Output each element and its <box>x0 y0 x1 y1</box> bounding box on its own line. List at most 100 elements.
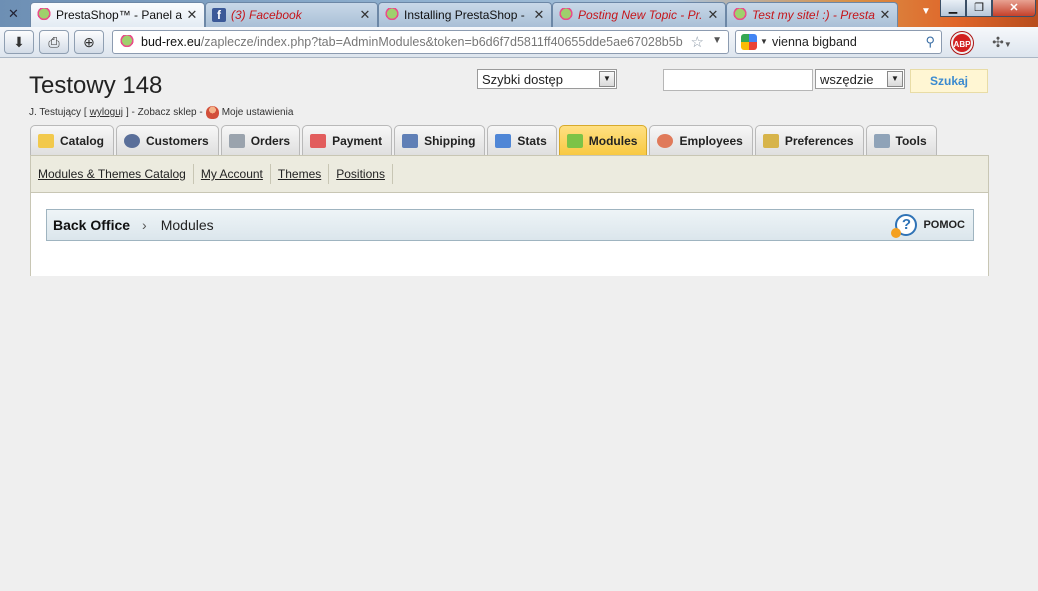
browser-tab-label: Test my site! :) - Presta... <box>752 8 875 22</box>
prestashop-icon <box>733 8 747 22</box>
page-title: Testowy 148 <box>29 72 163 99</box>
fullscreen-icon[interactable]: ⊕ <box>74 30 104 54</box>
help-icon: ? <box>891 214 918 238</box>
tab-stats[interactable]: Stats <box>487 125 557 156</box>
cart-icon <box>228 134 245 148</box>
tab-employees[interactable]: Employees <box>649 125 753 156</box>
browser-tab-label: PrestaShop™ - Panel a... <box>56 8 182 22</box>
browser-tab-bar: ✕ PrestaShop™ - Panel a... ✕ f (3) Faceb… <box>0 0 1038 27</box>
addon-menu-icon[interactable]: ✣▼ <box>986 31 1018 53</box>
tab-customers[interactable]: Customers <box>116 125 219 156</box>
tab-close-icon[interactable]: ✕ <box>8 6 19 22</box>
prestashop-icon <box>37 8 51 22</box>
google-icon[interactable] <box>741 34 757 50</box>
search-scope-value: wszędzie <box>820 71 874 87</box>
restore-icon[interactable]: ❐ <box>966 0 992 17</box>
chevron-down-icon[interactable]: ▼ <box>760 37 768 46</box>
chevron-down-icon[interactable]: ▼ <box>887 71 903 87</box>
tab-tools[interactable]: Tools <box>865 125 937 156</box>
breadcrumb-root[interactable]: Back Office <box>53 217 130 233</box>
browser-nav-bar: ⬇ ⎙ ⊕ bud-rex.eu/zaplecze/index.php?tab=… <box>0 27 1038 58</box>
tab-list-icon[interactable]: ▼ <box>921 6 931 17</box>
search-button[interactable]: Szukaj <box>910 69 988 93</box>
submenu-themes[interactable]: Themes <box>277 164 330 184</box>
close-icon[interactable]: ✕ <box>707 7 719 23</box>
site-identity-icon[interactable] <box>120 35 134 49</box>
browser-tab-prestashop[interactable]: PrestaShop™ - Panel a... ✕ <box>30 2 205 27</box>
tab-orders[interactable]: Orders <box>220 125 301 156</box>
tab-label: Employees <box>679 134 743 148</box>
folder-icon <box>38 134 54 148</box>
content-area: Back Office › Modules ? POMOC <box>30 193 989 276</box>
browser-tab-posting[interactable]: Posting New Topic - Pr... ✕ <box>552 2 726 27</box>
tab-label: Orders <box>250 134 291 148</box>
tab-label: Modules <box>588 134 638 148</box>
main-menu: Catalog Customers Orders Payment Shippin… <box>30 125 939 156</box>
bookmark-star-icon[interactable]: ☆ <box>691 33 704 51</box>
address-bar[interactable]: bud-rex.eu/zaplecze/index.php?tab=AdminM… <box>112 30 729 54</box>
breadcrumb: Back Office › Modules ? POMOC <box>46 209 974 241</box>
prestashop-icon <box>559 8 573 22</box>
customer-icon <box>124 134 141 148</box>
tab-catalog[interactable]: Catalog <box>30 125 115 156</box>
search-input[interactable] <box>663 69 813 91</box>
browser-tab-label: (3) Facebook <box>231 8 302 22</box>
browser-search-field[interactable]: ▼ vienna bigband ⚲ <box>735 30 942 54</box>
tab-shipping[interactable]: Shipping <box>394 125 486 156</box>
chevron-down-icon[interactable]: ▼ <box>599 71 615 87</box>
browser-tab-installing[interactable]: Installing PrestaShop - ... ✕ <box>378 2 552 27</box>
close-icon[interactable]: ✕ <box>186 7 198 23</box>
browser-tab-label: Installing PrestaShop - ... <box>404 8 529 22</box>
prestashop-icon <box>385 8 399 22</box>
tab-modules[interactable]: Modules <box>558 125 648 156</box>
user-icon <box>205 106 219 119</box>
quick-access-value: Szybki dostęp <box>482 71 563 87</box>
puzzle-icon <box>566 134 583 148</box>
close-icon[interactable]: ✕ <box>879 7 891 23</box>
stats-icon <box>495 134 512 148</box>
tab-preferences[interactable]: Preferences <box>754 125 864 156</box>
wrench-icon <box>873 134 890 148</box>
user-name: J. Testujący [ <box>29 107 87 118</box>
print-icon[interactable]: ⎙ <box>39 30 69 54</box>
preferences-icon <box>762 134 779 148</box>
tab-label: Customers <box>146 134 209 148</box>
close-icon[interactable]: ✕ <box>359 7 371 23</box>
help-button[interactable]: ? POMOC <box>891 214 965 238</box>
tab-payment[interactable]: Payment <box>302 125 393 156</box>
url-host: bud-rex.eu <box>141 35 201 49</box>
browser-tab-testmysite[interactable]: Test my site! :) - Presta... ✕ <box>726 2 898 27</box>
browser-tab-facebook[interactable]: f (3) Facebook ✕ <box>205 2 378 27</box>
window-controls: ▁ ❐ ✕ <box>940 0 1036 17</box>
adblock-icon[interactable]: ABP <box>951 32 973 54</box>
submenu-positions[interactable]: Positions <box>335 164 393 184</box>
url-path: /zaplecze/index.php?tab=AdminModules&tok… <box>200 35 683 49</box>
close-icon[interactable]: ✕ <box>533 7 545 23</box>
payment-icon <box>310 134 327 148</box>
quick-access-select[interactable]: Szybki dostęp ▼ <box>477 69 617 89</box>
minimize-icon[interactable]: ▁ <box>940 0 966 17</box>
employee-icon <box>657 134 674 148</box>
download-icon[interactable]: ⬇ <box>4 30 34 54</box>
my-settings-link[interactable]: Moje ustawienia <box>222 107 294 118</box>
help-label: POMOC <box>923 219 965 231</box>
tab-label: Catalog <box>60 134 105 148</box>
tab-label: Payment <box>332 134 383 148</box>
search-scope-select[interactable]: wszędzie ▼ <box>815 69 905 89</box>
truck-icon <box>402 134 419 148</box>
breadcrumb-separator-icon: › <box>142 217 147 233</box>
user-info-line: J. Testujący [ wyloguj ] - Zobacz sklep … <box>29 106 293 119</box>
prestashop-admin-page: Testowy 148 J. Testujący [ wyloguj ] - Z… <box>0 58 1038 591</box>
search-icon[interactable]: ⚲ <box>925 34 935 50</box>
search-query: vienna bigband <box>772 35 857 49</box>
browser-tab-label: Posting New Topic - Pr... <box>578 8 703 22</box>
tab-label: Shipping <box>424 134 476 148</box>
tab-label: Stats <box>517 134 547 148</box>
window-close-icon[interactable]: ✕ <box>992 0 1036 17</box>
tab-label: Preferences <box>784 134 854 148</box>
submenu-my-account[interactable]: My Account <box>200 164 271 184</box>
logout-link[interactable]: wyloguj <box>90 107 123 118</box>
submenu-modules-themes-catalog[interactable]: Modules & Themes Catalog <box>37 164 194 184</box>
breadcrumb-current: Modules <box>160 217 214 233</box>
chevron-down-icon[interactable]: ▼ <box>712 35 722 46</box>
